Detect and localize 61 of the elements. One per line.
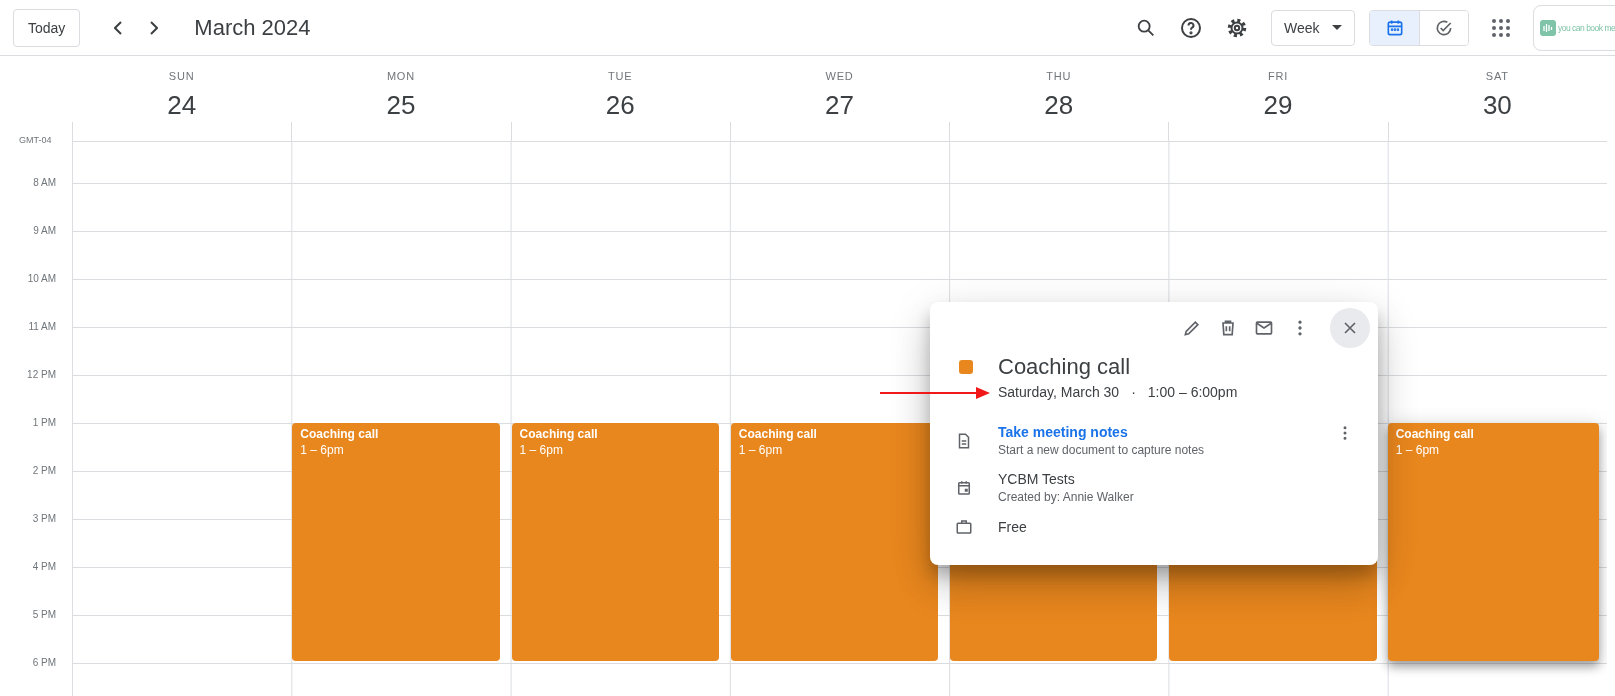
day-number[interactable]: 24 <box>167 90 197 120</box>
created-by: Created by: Annie Walker <box>998 490 1134 504</box>
hour-label: 4 PM <box>32 561 56 572</box>
hour-label: 3 PM <box>32 513 56 524</box>
event-time: 1 – 6pm <box>300 442 345 458</box>
logo-icon <box>1540 19 1556 36</box>
day-number[interactable]: 27 <box>825 90 854 120</box>
event-title: Coaching call <box>738 426 818 442</box>
hour-label: 2 PM <box>32 465 56 476</box>
event-title: Coaching call <box>519 426 599 442</box>
hour-label: 11 AM <box>28 321 56 332</box>
tasks-view-button[interactable] <box>1419 10 1468 45</box>
apps-grid-icon[interactable] <box>1491 17 1511 38</box>
close-button[interactable] <box>1330 308 1370 348</box>
event-title: Coaching call <box>1395 426 1475 442</box>
separator-dot: · <box>1131 384 1136 400</box>
mail-icon[interactable] <box>1254 318 1274 338</box>
help-icon[interactable] <box>1179 15 1203 40</box>
event-color-icon <box>959 360 973 374</box>
logo-text: you can book me <box>1558 22 1615 33</box>
calendar-icon <box>955 479 973 497</box>
availability-status: Free <box>998 519 1027 535</box>
day-number[interactable]: 26 <box>605 90 635 120</box>
take-notes-link[interactable]: Take meeting notes <box>998 424 1336 440</box>
event-time: 1:00 – 6:00pm <box>1147 384 1238 400</box>
event-date: Saturday, March 30 <box>998 384 1120 400</box>
calendar-name: YCBM Tests <box>998 471 1076 487</box>
notes-hint: Start a new document to capture notes <box>998 443 1206 457</box>
weekday-label: SUN <box>168 70 195 82</box>
hour-label: 6 PM <box>32 657 56 668</box>
calendar-view-button[interactable] <box>1370 10 1419 45</box>
hour-label: 8 AM <box>33 177 56 188</box>
view-dropdown[interactable]: Week <box>1271 9 1355 46</box>
event-title: Coaching call <box>998 353 1132 381</box>
weekday-label: TUE <box>608 70 633 82</box>
timezone-label: GMT-04 <box>19 135 52 145</box>
event-time: 1 – 6pm <box>1395 442 1441 458</box>
today-button[interactable]: Today <box>13 8 81 47</box>
event-time: 1 – 6pm <box>519 442 564 458</box>
month-title: March 2024 <box>194 14 312 41</box>
weekday-label: THU <box>1046 70 1072 82</box>
event-time: 1 – 6pm <box>738 442 784 458</box>
day-number[interactable]: 30 <box>1482 90 1512 120</box>
hour-label: 1 PM <box>32 417 56 428</box>
hour-label: 12 PM <box>27 369 56 380</box>
weekday-label: WED <box>825 70 854 82</box>
hour-label: 10 AM <box>27 273 56 284</box>
weekday-label: FRI <box>1268 70 1289 82</box>
day-number[interactable]: 25 <box>386 90 416 120</box>
weekday-label: SAT <box>1485 70 1509 82</box>
day-number[interactable]: 29 <box>1263 90 1293 120</box>
briefcase-icon <box>955 518 973 536</box>
caret-icon <box>1331 24 1342 31</box>
weekday-label: MON <box>386 70 415 82</box>
chevron-left-icon <box>114 20 123 35</box>
chevron-right-icon <box>150 20 159 35</box>
edit-icon[interactable] <box>1182 318 1202 338</box>
hour-label: 5 PM <box>32 609 56 620</box>
hour-label: 9 AM <box>33 225 56 236</box>
day-number[interactable]: 28 <box>1044 90 1074 120</box>
event-title: Coaching call <box>300 426 380 442</box>
